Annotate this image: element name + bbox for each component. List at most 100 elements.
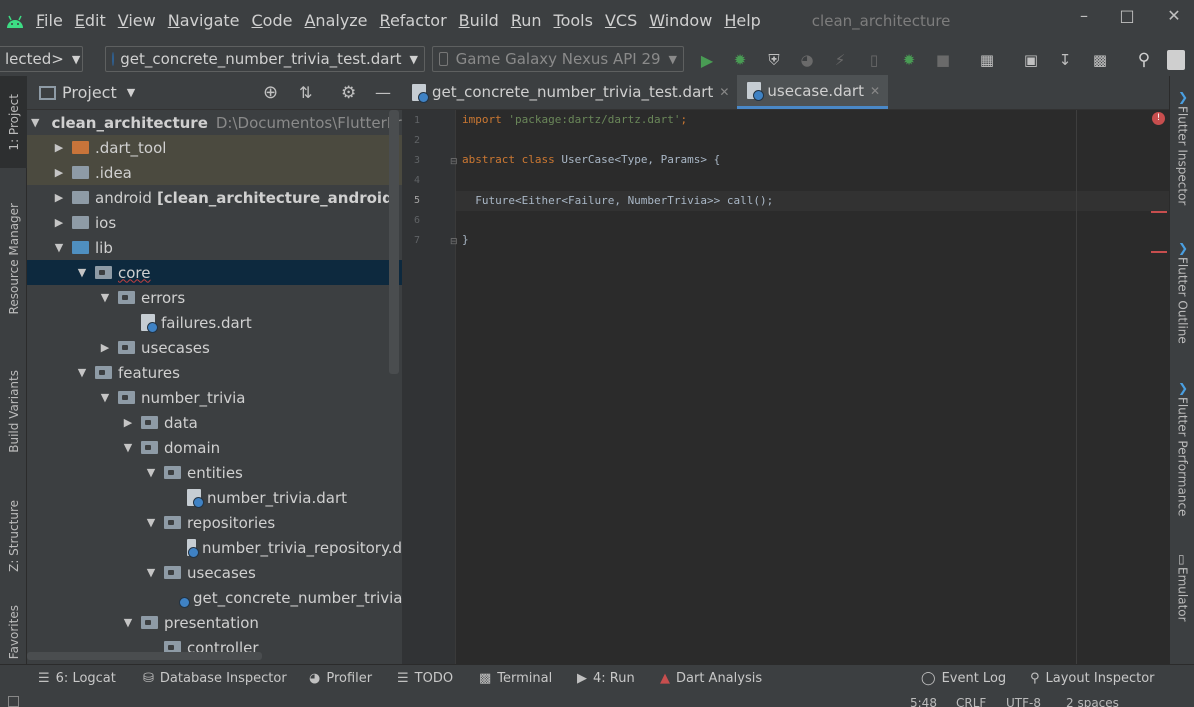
tree-item-number-trivia-repository[interactable]: number_trivia_repository.d: [27, 535, 402, 560]
tree-item-dart-tool[interactable]: ▶ .dart_tool: [27, 135, 402, 160]
tab-flutter-inspector[interactable]: Flutter Inspector: [1170, 88, 1194, 218]
menu-refactor[interactable]: Refactor: [374, 0, 453, 42]
menu-file[interactable]: File: [30, 0, 69, 42]
chevron-right-icon[interactable]: ▶: [52, 141, 66, 154]
tree-item-number-trivia[interactable]: ▼ number_trivia: [27, 385, 402, 410]
gear-icon[interactable]: ⚙: [341, 83, 356, 103]
tab-flutter-outline[interactable]: Flutter Outline: [1170, 239, 1194, 359]
error-indicator-icon[interactable]: !: [1152, 112, 1165, 125]
tree-item-core-usecases[interactable]: ▶ usecases: [27, 335, 402, 360]
chevron-down-icon[interactable]: ▼: [75, 366, 89, 379]
menu-code[interactable]: Code: [246, 0, 299, 42]
close-tab-icon[interactable]: ✕: [870, 84, 880, 98]
chevron-down-icon[interactable]: ▼: [98, 291, 112, 304]
tab-build-variants[interactable]: Build Variants: [0, 356, 27, 466]
tree-item-idea[interactable]: ▶ .idea: [27, 160, 402, 185]
tool-terminal[interactable]: ▩ Terminal: [479, 671, 552, 686]
tree-item-errors[interactable]: ▼ errors: [27, 285, 402, 310]
menu-tools[interactable]: Tools: [548, 0, 599, 42]
tab-get-concrete-number-trivia-test[interactable]: get_concrete_number_trivia_test.dart ✕: [402, 75, 737, 109]
tree-item-features[interactable]: ▼ features: [27, 360, 402, 385]
tree-item-domain-usecases[interactable]: ▼ usecases: [27, 560, 402, 585]
chevron-down-icon[interactable]: ▼: [121, 441, 135, 454]
tree-item-android[interactable]: ▶ android [clean_architecture_android]: [27, 185, 402, 210]
caret-position[interactable]: 5:48: [910, 696, 937, 707]
tree-item-failures-dart[interactable]: failures.dart: [27, 310, 402, 335]
attach-debugger-icon[interactable]: ✹: [899, 50, 919, 70]
chevron-right-icon[interactable]: ▶: [52, 166, 66, 179]
menu-vcs[interactable]: VCS: [599, 0, 643, 42]
tree-item-lib[interactable]: ▼ lib: [27, 235, 402, 260]
tool-logcat[interactable]: ☰ 6: Logcat: [38, 671, 116, 686]
chevron-down-icon[interactable]: ▼: [75, 266, 89, 279]
chevron-down-icon[interactable]: ▼: [127, 86, 135, 99]
tab-project[interactable]: 1: Project: [0, 76, 27, 168]
close-window-icon[interactable]: ✕: [1162, 6, 1186, 30]
account-avatar-icon[interactable]: [1167, 50, 1185, 70]
chevron-right-icon[interactable]: ▶: [121, 416, 135, 429]
run-icon[interactable]: ▶: [697, 50, 717, 70]
tool-layout-inspector[interactable]: ⚲ Layout Inspector: [1030, 671, 1155, 686]
project-view-select[interactable]: Project: [62, 83, 117, 102]
close-tab-icon[interactable]: ✕: [719, 85, 729, 99]
error-stripe-marker[interactable]: [1151, 251, 1167, 253]
sync-project-icon[interactable]: ▦: [977, 50, 997, 70]
error-stripe-marker[interactable]: [1151, 211, 1167, 213]
tab-usecase-dart[interactable]: usecase.dart ✕: [737, 75, 889, 109]
apply-changes-icon[interactable]: ▯: [864, 50, 884, 70]
chevron-right-icon[interactable]: ▶: [98, 341, 112, 354]
debug-bug-icon[interactable]: ✹: [730, 50, 750, 70]
menu-navigate[interactable]: Navigate: [162, 0, 246, 42]
menu-edit[interactable]: Edit: [69, 0, 112, 42]
chevron-down-icon[interactable]: ▼: [98, 391, 112, 404]
tab-structure[interactable]: Z: Structure: [0, 486, 27, 586]
menu-view[interactable]: View: [112, 0, 162, 42]
tool-dart-analysis[interactable]: ▲ Dart Analysis: [660, 671, 762, 686]
tool-event-log[interactable]: ◯ Event Log: [921, 671, 1006, 686]
tree-item-core[interactable]: ▼ core: [27, 260, 402, 285]
tree-item-presentation[interactable]: ▼ presentation: [27, 610, 402, 635]
indent-setting[interactable]: 2 spaces: [1066, 696, 1119, 707]
chevron-down-icon[interactable]: ▼: [31, 116, 39, 129]
tool-profiler[interactable]: ◕ Profiler: [309, 671, 372, 686]
chevron-down-icon[interactable]: ▼: [144, 466, 158, 479]
tree-item-domain[interactable]: ▼ domain: [27, 435, 402, 460]
stop-icon[interactable]: ■: [933, 50, 953, 70]
tab-flutter-performance[interactable]: Flutter Performance: [1170, 379, 1194, 529]
chevron-right-icon[interactable]: ▶: [52, 216, 66, 229]
hide-panel-icon[interactable]: —: [375, 83, 391, 102]
tree-horizontal-scrollbar[interactable]: [27, 652, 262, 660]
tree-item-data[interactable]: ▶ data: [27, 410, 402, 435]
menu-build[interactable]: Build: [453, 0, 505, 42]
sdk-manager-icon[interactable]: ↧: [1055, 50, 1075, 70]
device-select[interactable]: Game Galaxy Nexus API 29 ▼: [432, 46, 684, 72]
tree-item-ios[interactable]: ▶ ios: [27, 210, 402, 235]
profile-icon[interactable]: ◕: [797, 50, 817, 70]
tree-vertical-scrollbar[interactable]: [389, 110, 399, 374]
menu-run[interactable]: Run: [505, 0, 548, 42]
minimize-icon[interactable]: –: [1072, 6, 1096, 30]
line-separator[interactable]: CRLF: [956, 696, 986, 707]
project-structure-icon[interactable]: ▩: [1090, 50, 1110, 70]
chevron-right-icon[interactable]: ▶: [52, 191, 66, 204]
tab-resource-manager[interactable]: Resource Manager: [0, 186, 27, 332]
chevron-down-icon[interactable]: ▼: [121, 616, 135, 629]
menu-window[interactable]: Window: [643, 0, 718, 42]
tree-item-repositories[interactable]: ▼ repositories: [27, 510, 402, 535]
tree-item-entities[interactable]: ▼ entities: [27, 460, 402, 485]
avd-manager-icon[interactable]: ▣: [1021, 50, 1041, 70]
tool-todo[interactable]: ☰ TODO: [397, 671, 453, 686]
menu-analyze[interactable]: Analyze: [298, 0, 373, 42]
file-encoding[interactable]: UTF-8: [1006, 696, 1041, 707]
status-toggle-icon[interactable]: [8, 696, 19, 707]
run-config-select[interactable]: get_concrete_number_trivia_test.dart ▼: [105, 46, 425, 72]
search-icon[interactable]: ⚲: [1134, 50, 1154, 70]
chevron-down-icon[interactable]: ▼: [144, 516, 158, 529]
tool-database-inspector[interactable]: ⛁ Database Inspector: [143, 671, 287, 686]
menu-help[interactable]: Help: [718, 0, 766, 42]
tool-run[interactable]: ▶ 4: Run: [577, 671, 635, 686]
collapse-all-icon[interactable]: ⇅: [299, 83, 312, 102]
hot-reload-icon[interactable]: ⚡: [830, 50, 850, 70]
coverage-icon[interactable]: ⛨: [764, 50, 784, 70]
chevron-down-icon[interactable]: ▼: [144, 566, 158, 579]
